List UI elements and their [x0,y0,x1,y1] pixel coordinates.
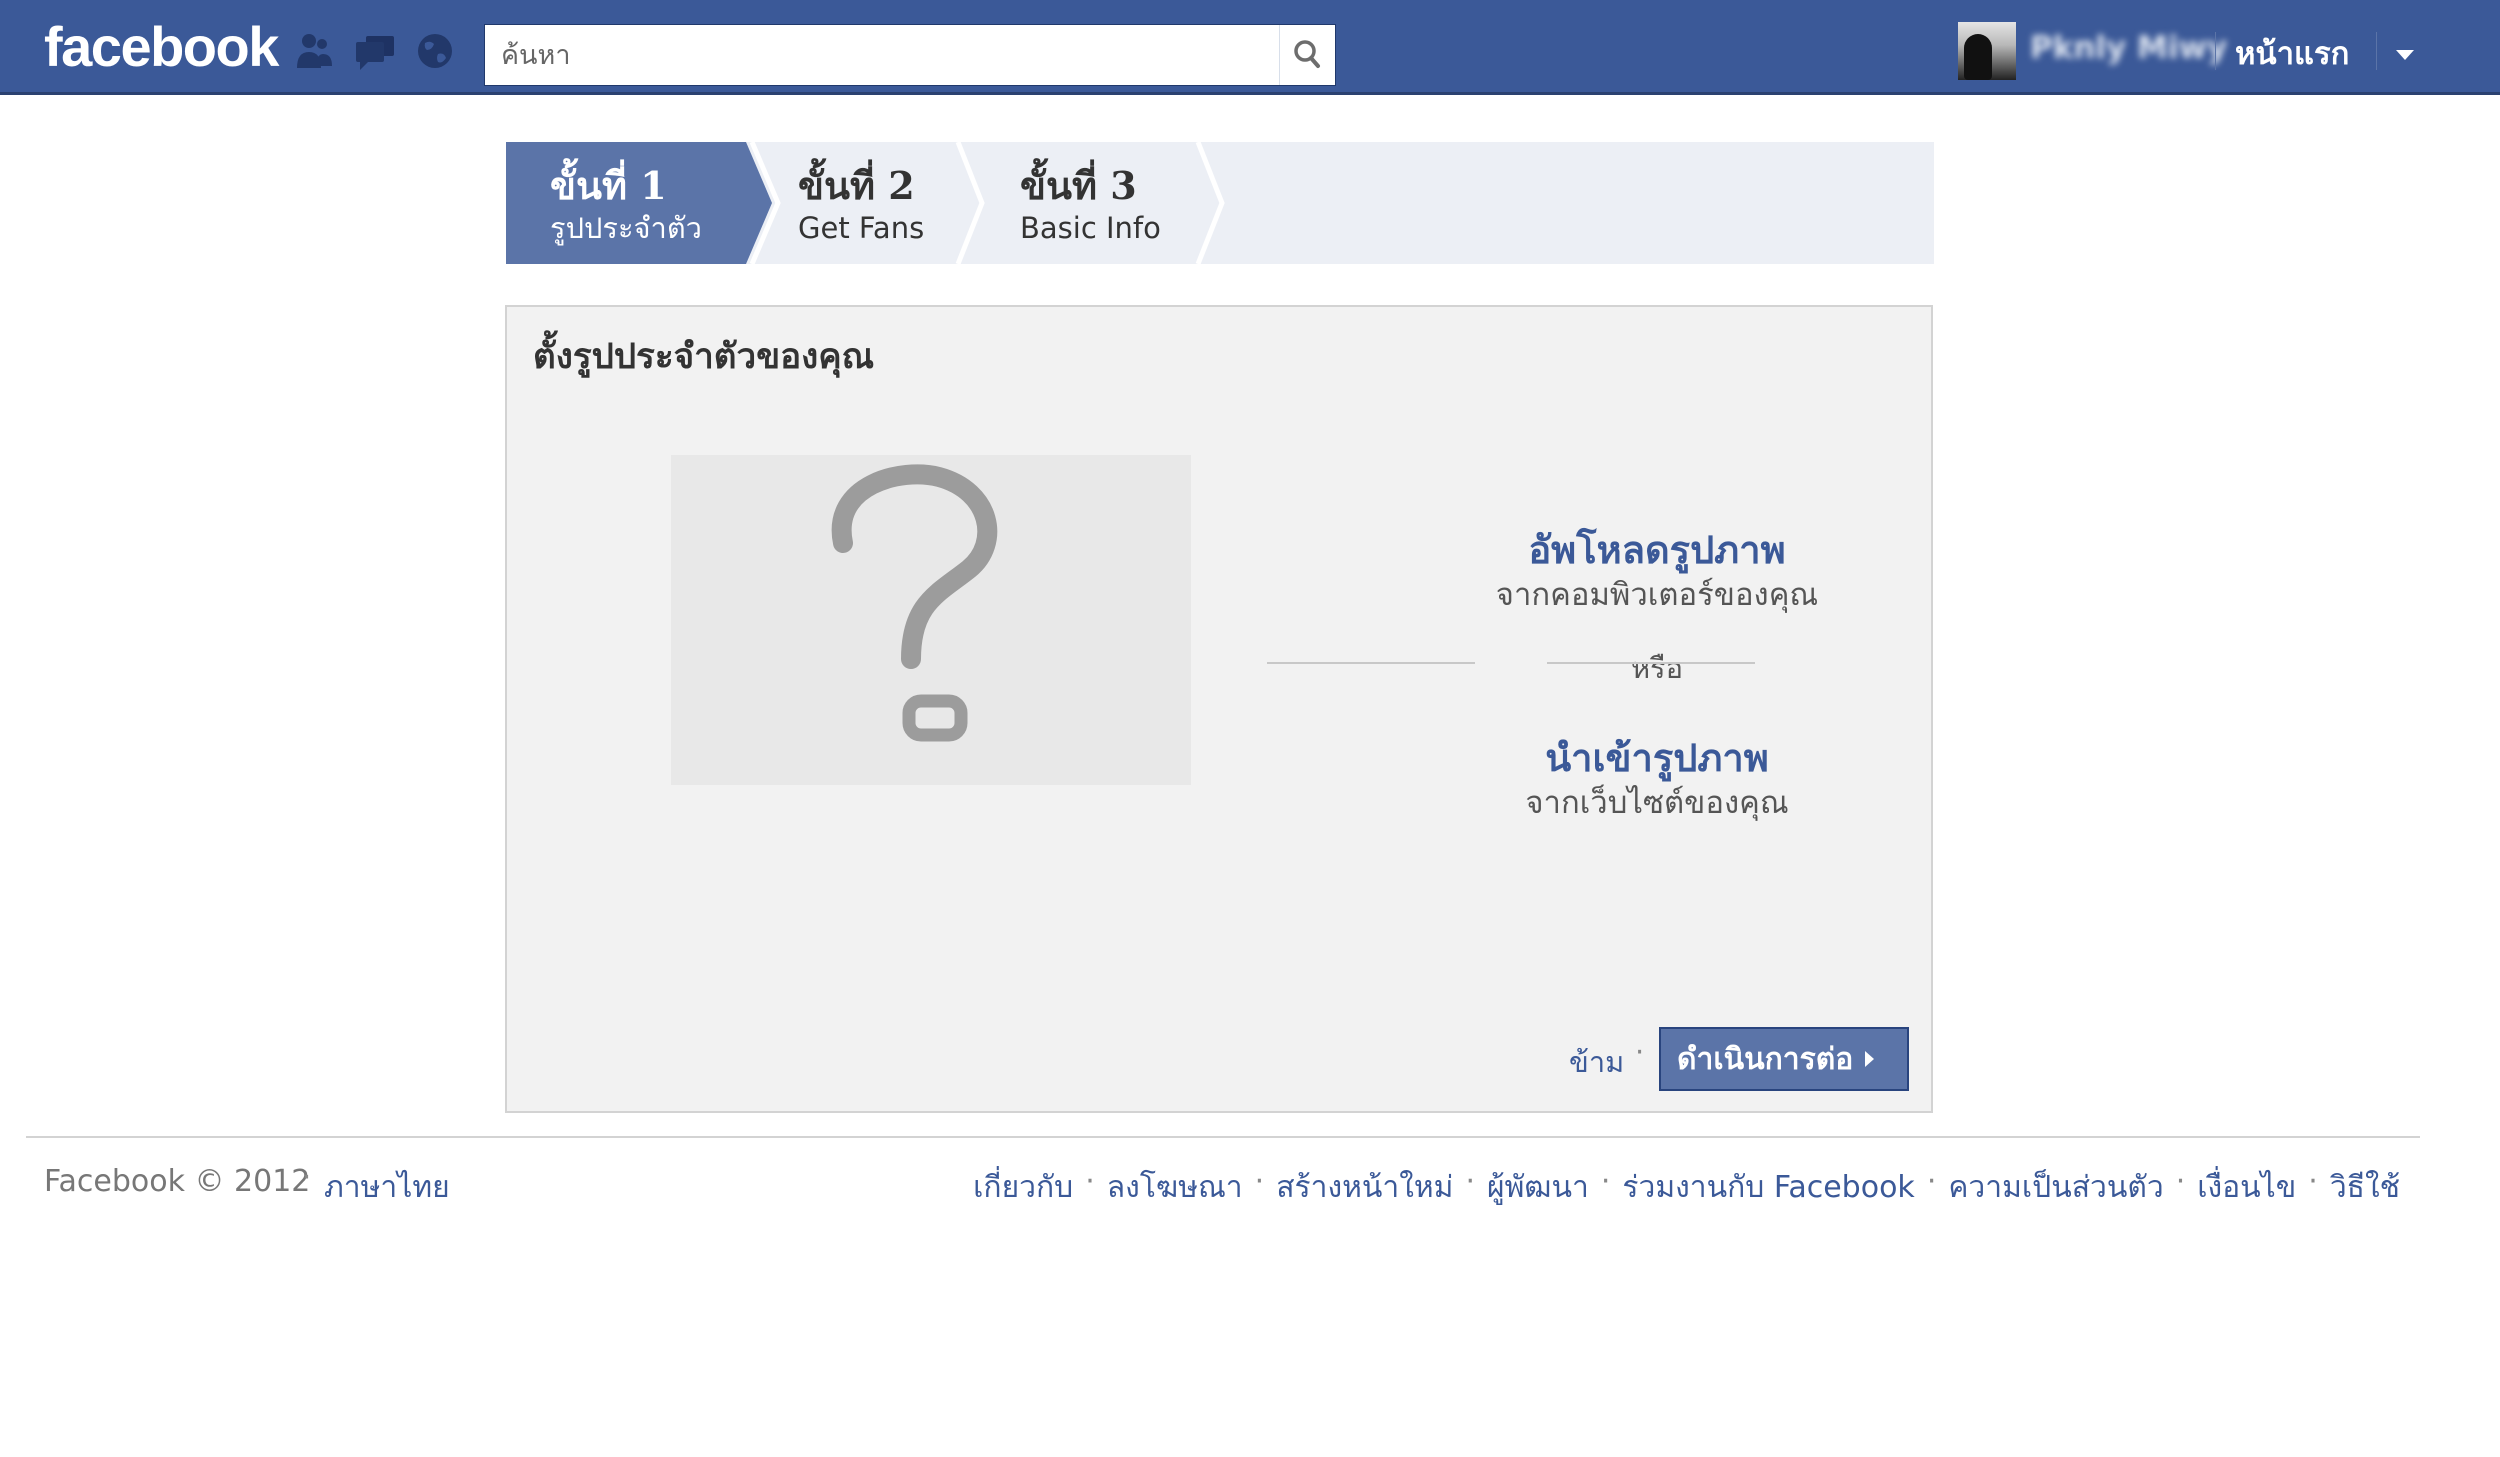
steps-background [506,142,1225,264]
step-1: ขั้นที่ 1 รูปประจำตัว [550,164,702,248]
question-mark-icon [831,464,998,742]
profile-picture-panel: ตั้งรูปประจำตัวของคุณ อัพโหลดรูปภาพ จากค… [505,305,1933,1113]
search-box [484,24,1336,86]
separator-dot: · [2175,1164,2186,1199]
footer-link-terms[interactable]: เงื่อนไข [2197,1164,2296,1211]
user-name-link[interactable]: Pknly Miwy [2030,30,2227,66]
step-title: ขั้นที่ 1 [550,163,667,208]
separator-dot: · [2308,1164,2318,1199]
panel-title: ตั้งรูปประจำตัวของคุณ [533,337,875,377]
account-menu-chevron-icon[interactable] [2396,50,2414,60]
or-label: หรือ [1630,651,1684,685]
separator-dot: · [1600,1164,1611,1199]
nav-divider [2376,32,2377,70]
footer-link-help[interactable]: วิธีใช้ [2330,1164,2400,1211]
footer-link-privacy[interactable]: ความเป็นส่วนตัว [1948,1164,2163,1211]
avatar[interactable] [1958,22,2016,80]
notifications-globe-icon[interactable] [412,28,458,74]
search-button[interactable] [1279,25,1335,85]
separator-dot: · [1254,1164,1265,1199]
search-input[interactable] [485,25,1275,85]
upload-photo-subtitle: จากคอมพิวเตอร์ของคุณ [1495,577,1819,613]
skip-link[interactable]: ข้าม [1569,1039,1624,1085]
language-link[interactable]: ภาษาไทย [324,1164,450,1211]
footer-link-advertising[interactable]: ลงโฆษณา [1107,1164,1243,1211]
separator-dot: · [1926,1164,1937,1199]
profile-picture-placeholder [671,455,1191,785]
separator-dot: · [302,1160,312,1194]
step-subtitle: รูปประจำตัว [550,211,702,245]
footer-link-careers[interactable]: ร่วมงานกับ Facebook [1622,1164,1914,1211]
footer-divider [26,1136,2420,1138]
chevron-right-icon [1865,1051,1875,1067]
import-photo-subtitle: จากเว็บไซต์ของคุณ [1525,785,1789,821]
step-3: ขั้นที่ 3 Basic Info [1020,164,1161,248]
step-subtitle: Basic Info [1020,211,1161,245]
top-bar: facebook Pknly Miwy หน้าแรก [0,0,2500,95]
footer-link-developers[interactable]: ผู้พัฒนา [1487,1164,1589,1211]
footer-links: เกี่ยวกับ · ลงโฆษณา · สร้างหน้าใหม่ · ผู… [973,1164,2400,1211]
footer-link-create-page[interactable]: สร้างหน้าใหม่ [1276,1164,1453,1211]
divider-left [1267,662,1475,664]
step-subtitle: Get Fans [798,211,925,245]
footer-link-about[interactable]: เกี่ยวกับ [973,1164,1073,1211]
friend-requests-icon[interactable] [290,28,336,74]
continue-button[interactable]: ดำเนินการต่อ [1659,1027,1909,1091]
step-2: ขั้นที่ 2 Get Fans [798,164,924,248]
copyright: Facebook © 2012 [44,1164,311,1199]
avatar-silhouette [1964,34,1992,80]
separator-dot: · [1085,1164,1095,1199]
messages-icon[interactable] [352,28,398,74]
step-title: ขั้นที่ 2 [798,163,915,208]
home-link[interactable]: หน้าแรก [2235,28,2349,78]
steps-bar: ขั้นที่ 1 รูปประจำตัว ขั้นที่ 2 Get Fans… [506,142,1934,264]
facebook-logo[interactable]: facebook [44,14,279,79]
continue-button-label: ดำเนินการต่อ [1677,1041,1854,1077]
separator-dot: · [1465,1164,1475,1199]
step-title: ขั้นที่ 3 [1020,163,1137,208]
separator-dot: · [1635,1035,1645,1069]
divider-right [1547,662,1755,664]
nav-divider [2215,32,2216,70]
search-icon [1294,40,1320,68]
